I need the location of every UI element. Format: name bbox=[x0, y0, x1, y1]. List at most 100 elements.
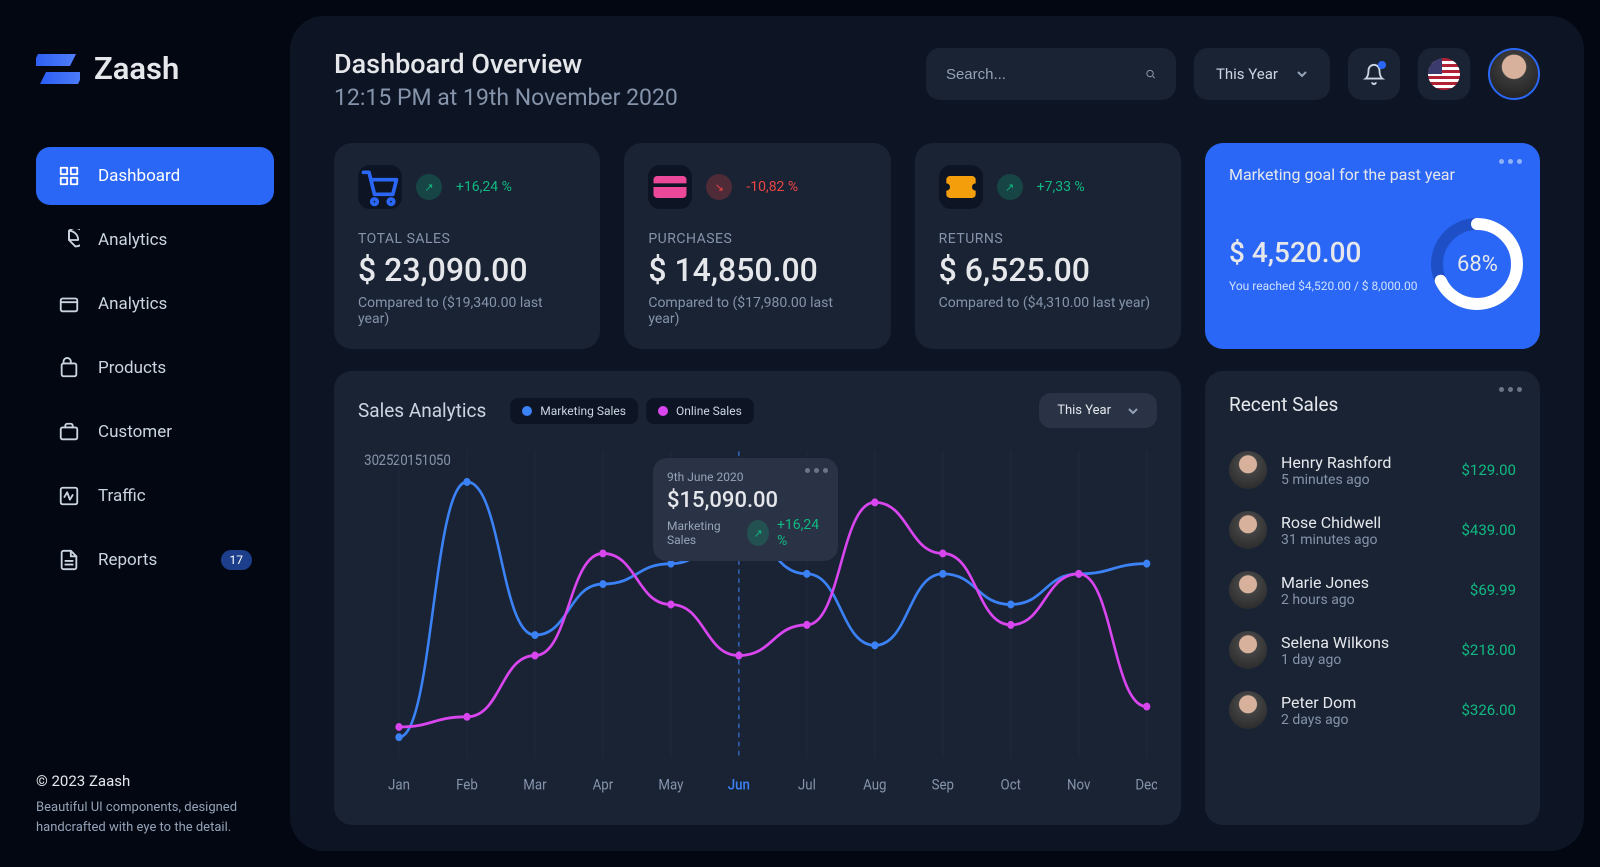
sidebar-item-analytics[interactable]: Analytics bbox=[36, 211, 274, 269]
locale-button[interactable] bbox=[1418, 48, 1470, 100]
chart-tooltip: 9th June 2020 $15,090.00 Marketing Sales… bbox=[653, 458, 838, 561]
stat-label: TOTAL SALES bbox=[358, 231, 576, 247]
chevron-down-icon bbox=[1296, 68, 1308, 80]
avatar bbox=[1229, 631, 1267, 669]
stat-delta: +7,33 % bbox=[1037, 179, 1085, 195]
search-icon bbox=[1145, 64, 1156, 84]
svg-text:10: 10 bbox=[422, 452, 437, 469]
goal-percent: 68% bbox=[1427, 214, 1527, 314]
card-icon bbox=[648, 165, 692, 209]
page-subtitle: 12:15 PM at 19th November 2020 bbox=[334, 84, 908, 111]
arrow-up-icon: ↗ bbox=[747, 520, 769, 546]
chart-area[interactable]: 302520151050JanFebMarAprMayJunJulAugSepO… bbox=[358, 440, 1157, 803]
sale-name: Marie Jones bbox=[1281, 573, 1369, 592]
more-icon[interactable] bbox=[1499, 159, 1522, 164]
avatar bbox=[1229, 571, 1267, 609]
sidebar-item-customer[interactable]: Customer bbox=[36, 403, 274, 461]
chart-year-filter[interactable]: This Year bbox=[1039, 393, 1157, 428]
goal-title: Marketing goal for the past year bbox=[1229, 165, 1516, 184]
svg-text:Mar: Mar bbox=[523, 777, 547, 794]
pie-icon bbox=[58, 229, 80, 251]
flag-us-icon bbox=[1428, 58, 1460, 90]
stat-card: ↗ +7,33 % RETURNS $ 6,525.00 Compared to… bbox=[915, 143, 1181, 349]
year-filter[interactable]: This Year bbox=[1194, 48, 1330, 100]
nav-badge: 17 bbox=[221, 550, 253, 570]
legend-item[interactable]: Marketing Sales bbox=[510, 398, 638, 424]
sale-time: 5 minutes ago bbox=[1281, 472, 1391, 488]
svg-text:Oct: Oct bbox=[1001, 777, 1022, 794]
sidebar-nav: Dashboard Analytics Analytics Products C… bbox=[36, 147, 274, 770]
legend-dot bbox=[522, 406, 532, 416]
arrow-up-icon: ↗ bbox=[416, 174, 442, 200]
recent-sale-item[interactable]: Peter Dom 2 days ago $326.00 bbox=[1229, 680, 1516, 740]
svg-text:25: 25 bbox=[378, 452, 393, 469]
more-icon[interactable] bbox=[1499, 387, 1522, 392]
avatar bbox=[1229, 691, 1267, 729]
stat-compare: Compared to ($4,310.00 last year) bbox=[939, 295, 1157, 311]
nav-label: Reports bbox=[98, 550, 157, 570]
stat-delta: -10,82 % bbox=[746, 179, 798, 195]
sidebar-item-dashboard[interactable]: Dashboard bbox=[36, 147, 274, 205]
sale-name: Peter Dom bbox=[1281, 693, 1356, 712]
chevron-down-icon bbox=[1127, 405, 1139, 417]
sidebar-footer: © 2023 Zaash Beautiful UI components, de… bbox=[36, 770, 274, 838]
sidebar-item-reports[interactable]: Reports 17 bbox=[36, 531, 274, 589]
chart-title: Sales Analytics bbox=[358, 399, 486, 422]
tooltip-delta: +16,24 % bbox=[777, 517, 824, 549]
recent-sale-item[interactable]: Henry Rashford 5 minutes ago $129.00 bbox=[1229, 440, 1516, 500]
stat-value: $ 23,090.00 bbox=[358, 251, 576, 289]
sale-amount: $326.00 bbox=[1461, 701, 1516, 719]
svg-text:Jul: Jul bbox=[798, 777, 816, 794]
notifications-button[interactable] bbox=[1348, 48, 1400, 100]
sidebar-item-analytics[interactable]: Analytics bbox=[36, 275, 274, 333]
stat-label: RETURNS bbox=[939, 231, 1157, 247]
stat-card: ↘ -10,82 % PURCHASES $ 14,850.00 Compare… bbox=[624, 143, 890, 349]
sidebar-item-traffic[interactable]: Traffic bbox=[36, 467, 274, 525]
stat-compare: Compared to ($19,340.00 last year) bbox=[358, 295, 576, 327]
arrow-up-icon: ↗ bbox=[997, 174, 1023, 200]
arrow-down-icon: ↘ bbox=[706, 174, 732, 200]
year-filter-label: This Year bbox=[1216, 65, 1278, 83]
tagline: Beautiful UI components, designed handcr… bbox=[36, 798, 274, 837]
stat-label: PURCHASES bbox=[648, 231, 866, 247]
tooltip-date: 9th June 2020 bbox=[667, 470, 824, 484]
svg-text:20: 20 bbox=[393, 452, 408, 469]
grid-icon bbox=[58, 165, 80, 187]
recent-sale-item[interactable]: Selena Wilkons 1 day ago $218.00 bbox=[1229, 620, 1516, 680]
sale-amount: $218.00 bbox=[1461, 641, 1516, 659]
svg-text:Nov: Nov bbox=[1067, 777, 1091, 794]
goal-subtitle: You reached $4,520.00 / $ 8,000.00 bbox=[1229, 279, 1417, 293]
svg-text:Jan: Jan bbox=[388, 777, 410, 794]
legend-item[interactable]: Online Sales bbox=[646, 398, 754, 424]
nav-label: Products bbox=[98, 358, 166, 378]
briefcase-icon bbox=[58, 421, 80, 443]
sidebar-item-products[interactable]: Products bbox=[36, 339, 274, 397]
notification-dot bbox=[1378, 61, 1386, 69]
sale-name: Selena Wilkons bbox=[1281, 633, 1389, 652]
cart-icon bbox=[358, 165, 402, 209]
logo-icon bbox=[36, 54, 80, 84]
tooltip-value: $15,090.00 bbox=[667, 488, 824, 513]
avatar bbox=[1229, 511, 1267, 549]
nav-label: Analytics bbox=[98, 230, 167, 250]
recent-sale-item[interactable]: Rose Chidwell 31 minutes ago $439.00 bbox=[1229, 500, 1516, 560]
wallet-icon bbox=[58, 293, 80, 315]
sale-amount: $129.00 bbox=[1461, 461, 1516, 479]
logo[interactable]: Zaash bbox=[36, 50, 274, 87]
recent-sales-card: Recent Sales Henry Rashford 5 minutes ag… bbox=[1205, 371, 1540, 825]
stat-compare: Compared to ($17,980.00 last year) bbox=[648, 295, 866, 327]
legend-label: Marketing Sales bbox=[540, 404, 626, 418]
search-input[interactable] bbox=[946, 66, 1145, 83]
nav-label: Dashboard bbox=[98, 166, 180, 186]
avatar[interactable] bbox=[1488, 48, 1540, 100]
search-box[interactable] bbox=[926, 48, 1176, 100]
more-icon[interactable] bbox=[805, 468, 828, 473]
recent-sale-item[interactable]: Marie Jones 2 hours ago $69.99 bbox=[1229, 560, 1516, 620]
goal-donut: 68% bbox=[1427, 214, 1527, 314]
legend-dot bbox=[658, 406, 668, 416]
legend-label: Online Sales bbox=[676, 404, 742, 418]
sale-name: Henry Rashford bbox=[1281, 453, 1391, 472]
recent-sales-title: Recent Sales bbox=[1229, 393, 1516, 416]
sale-time: 31 minutes ago bbox=[1281, 532, 1381, 548]
svg-text:Aug: Aug bbox=[863, 777, 886, 794]
